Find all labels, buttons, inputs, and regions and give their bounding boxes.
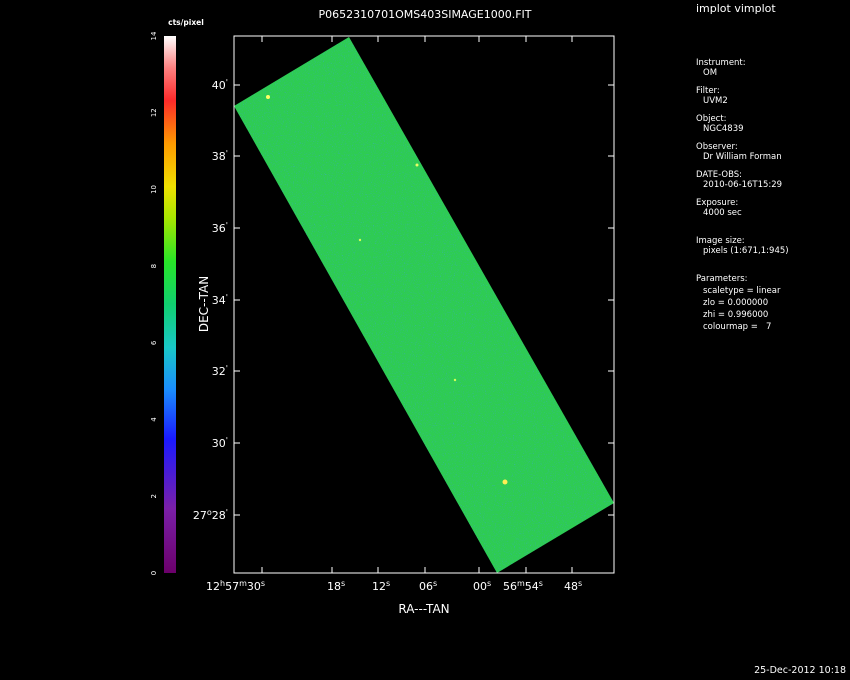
- parameters-key: Parameters:: [696, 274, 748, 284]
- x-tick-label: 12s: [372, 579, 390, 593]
- image-size-key: Image size:: [696, 236, 745, 246]
- colorbar-tick-label: 8: [150, 264, 158, 268]
- y-tick-label: 40': [212, 78, 228, 92]
- param-zlo: zlo = 0.000000: [703, 298, 769, 308]
- observer-key: Observer:: [696, 142, 738, 152]
- colorbar-label: cts/pixel: [168, 18, 204, 27]
- filter-key: Filter:: [696, 86, 720, 96]
- param-colourmap: colourmap = 7: [703, 322, 772, 332]
- colorbar-tick-label: 0: [150, 571, 158, 575]
- colorbar-ticks: 0 2 4 6 8 10 12 14: [150, 31, 158, 575]
- instrument-key: Instrument:: [696, 58, 746, 68]
- y-tick-label: 34': [212, 293, 228, 307]
- param-scaletype: scaletype = linear: [703, 286, 781, 296]
- x-tick-labels: 12h57m30s 18s 12s 06s 00s 56m54s 48s: [206, 579, 582, 593]
- colorbar-tick-label: 6: [150, 340, 158, 345]
- observer-value: Dr William Forman: [703, 152, 782, 162]
- x-tick-label: 48s: [564, 579, 582, 593]
- exposure-value: 4000 sec: [703, 208, 742, 218]
- x-tick-label: 56m54s: [503, 579, 543, 593]
- y-tick-label: 38': [212, 149, 228, 163]
- y-tick-label: 30': [212, 436, 228, 450]
- footer-timestamp: 25-Dec-2012 10:18: [754, 665, 846, 676]
- date-obs-key: DATE-OBS:: [696, 170, 743, 180]
- filter-value: UVM2: [703, 96, 728, 106]
- image-size-value: pixels (1:671,1:945): [703, 246, 789, 256]
- y-tick-label: 32': [212, 364, 228, 378]
- x-tick-label: 00s: [473, 579, 491, 593]
- colorbar-tick-label: 14: [150, 31, 158, 40]
- image-title: P0652310701OMS403SIMAGE1000.FIT: [318, 8, 531, 21]
- date-obs-value: 2010-06-16T15:29: [703, 180, 783, 190]
- x-tick-label: 18s: [327, 579, 345, 593]
- y-tick-label: 36': [212, 221, 228, 235]
- sky-image: [234, 37, 614, 573]
- y-axis-label: DEC--TAN: [197, 276, 211, 332]
- info-panel: Instrument: OM Filter: UVM2 Object: NGC4…: [696, 58, 846, 332]
- app-label: implot vimplot: [696, 2, 776, 15]
- object-key: Object:: [696, 114, 727, 124]
- param-zhi: zhi = 0.996000: [703, 310, 769, 320]
- colorbar-tick-label: 12: [150, 108, 158, 117]
- x-axis-label: RA---TAN: [398, 602, 449, 616]
- instrument-value: OM: [703, 68, 718, 78]
- y-tick-label: 27o28': [193, 508, 228, 522]
- colorbar-tick-label: 10: [150, 185, 158, 194]
- colorbar: [164, 36, 176, 573]
- x-tick-label: 12h57m30s: [206, 579, 265, 593]
- object-value: NGC4839: [703, 124, 744, 134]
- colorbar-tick-label: 2: [150, 494, 158, 498]
- x-tick-label: 06s: [419, 579, 437, 593]
- exposure-key: Exposure:: [696, 198, 739, 208]
- colorbar-tick-label: 4: [150, 417, 158, 422]
